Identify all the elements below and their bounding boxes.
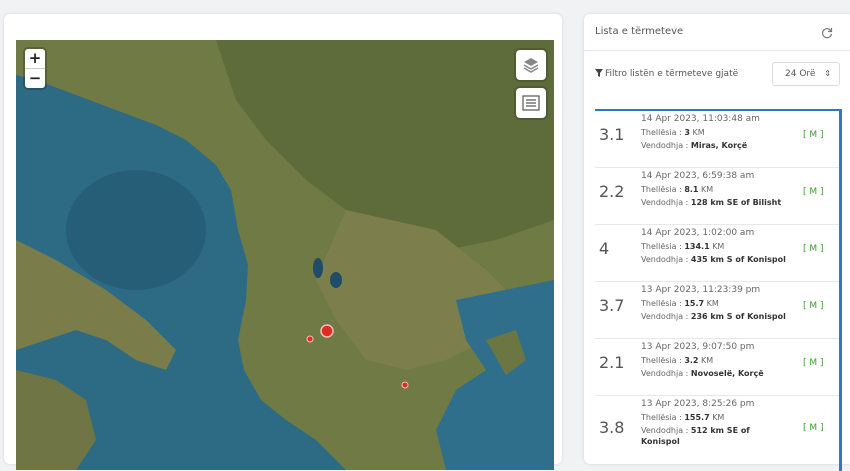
zoom-control: + − (25, 49, 45, 88)
depth-value: 8.1 (684, 185, 699, 194)
depth-label: Thellësia : (641, 356, 682, 365)
magnitude: 3.8 (599, 418, 625, 437)
filter-label: Filtro listën e tërmeteve gjatë (595, 69, 738, 80)
layers-icon (523, 58, 539, 73)
location-line: Vendodhja : 435 km S of Konispol (641, 255, 786, 264)
location-label: Vendodhja : (641, 369, 689, 378)
depth-value: 3.2 (684, 356, 699, 365)
location-label: Vendodhja : (641, 198, 689, 207)
location-value: 435 km S of Konispol (690, 255, 786, 264)
location-value: 512 km SE of (690, 426, 750, 435)
list-item[interactable]: 3.1 14 Apr 2023, 11:03:48 am Thellësia :… (595, 111, 839, 168)
zoom-in-button[interactable]: + (25, 49, 45, 69)
datetime: 13 Apr 2023, 8:25:26 pm (641, 399, 755, 409)
filter-icon (595, 69, 603, 80)
depth-label: Thellësia : (641, 299, 682, 308)
list-item[interactable]: 2.2 14 Apr 2023, 6:59:38 am Thellësia : … (595, 168, 839, 225)
depth-unit: KM (701, 356, 714, 365)
location-line: Vendodhja : 512 km SE of (641, 426, 750, 435)
depth-line: Thellësia : 3.2 KM (641, 356, 713, 365)
earthquake-list: 3.1 14 Apr 2023, 11:03:48 am Thellësia :… (595, 111, 842, 471)
depth-label: Thellësia : (641, 185, 682, 194)
location-line: Vendodhja : 236 km S of Konispol (641, 312, 786, 321)
depth-line: Thellësia : 8.1 KM (641, 185, 713, 194)
earthquake-marker[interactable] (320, 324, 334, 338)
location-value: 128 km SE of Bilisht (690, 198, 782, 207)
location-label: Vendodhja : (641, 426, 689, 435)
map-link[interactable]: [ M ] (803, 301, 824, 311)
earthquake-list-panel: Lista e tërmeteve Filtro listën e tërmet… (584, 14, 850, 471)
location-label: Vendodhja : (641, 255, 689, 264)
refresh-icon[interactable] (821, 24, 833, 43)
location-value-continued: Konispol (641, 437, 680, 446)
period-select[interactable]: 24 Orë ⇕ (772, 62, 840, 86)
map-terrain (16, 40, 554, 470)
depth-line: Thellësia : 155.7 KM (641, 413, 724, 422)
map-card: + − (4, 14, 562, 470)
location-value: Miras, Korçë (690, 141, 748, 150)
location-value: 236 km S of Konispol (690, 312, 786, 321)
depth-unit: KM (712, 413, 725, 422)
depth-unit: KM (712, 242, 725, 251)
datetime: 13 Apr 2023, 11:23:39 pm (641, 285, 761, 295)
depth-label: Thellësia : (641, 128, 682, 137)
datetime: 13 Apr 2023, 9:07:50 pm (641, 342, 755, 352)
panel-title: Lista e tërmeteve (595, 26, 684, 37)
magnitude: 2.1 (599, 353, 625, 372)
depth-unit: KM (692, 128, 705, 137)
location-line: Vendodhja : 128 km SE of Bilisht (641, 198, 781, 207)
list-item[interactable]: 4 14 Apr 2023, 1:02:00 am Thellësia : 13… (595, 225, 839, 282)
datetime: 14 Apr 2023, 1:02:00 am (641, 228, 755, 238)
depth-value: 3 (684, 128, 690, 137)
depth-label: Thellësia : (641, 242, 682, 251)
map-link[interactable]: [ M ] (803, 130, 824, 140)
location-line: Vendodhja : Novoselë, Korçë (641, 369, 764, 378)
depth-unit: KM (706, 299, 719, 308)
depth-unit: KM (701, 185, 714, 194)
list-view-button[interactable] (516, 88, 546, 118)
map-link[interactable]: [ M ] (803, 187, 824, 197)
filter-text: Filtro listën e tërmeteve gjatë (605, 69, 739, 79)
list-icon (522, 95, 540, 111)
magnitude: 4 (599, 239, 610, 258)
location-value: Novoselë, Korçë (690, 369, 764, 378)
list-item[interactable]: 3.7 13 Apr 2023, 11:23:39 pm Thellësia :… (595, 282, 839, 339)
magnitude: 3.1 (599, 125, 625, 144)
location-line-continued: Konispol (641, 437, 680, 446)
datetime: 14 Apr 2023, 11:03:48 am (641, 114, 760, 124)
panel-header: Lista e tërmeteve (584, 14, 850, 51)
select-arrows-icon: ⇕ (824, 69, 831, 78)
list-item[interactable]: 3.8 13 Apr 2023, 8:25:26 pm Thellësia : … (595, 396, 839, 471)
depth-label: Thellësia : (641, 413, 682, 422)
period-value: 24 Orë (785, 69, 816, 79)
location-label: Vendodhja : (641, 141, 689, 150)
depth-line: Thellësia : 15.7 KM (641, 299, 719, 308)
layers-button[interactable] (516, 50, 546, 80)
depth-value: 15.7 (684, 299, 705, 308)
earthquake-map[interactable]: + − (16, 40, 554, 470)
map-link[interactable]: [ M ] (803, 423, 824, 433)
earthquake-marker[interactable] (401, 381, 409, 389)
depth-value: 134.1 (684, 242, 710, 251)
location-line: Vendodhja : Miras, Korçë (641, 141, 747, 150)
map-link[interactable]: [ M ] (803, 358, 824, 368)
depth-line: Thellësia : 3 KM (641, 128, 705, 137)
earthquake-marker[interactable] (306, 335, 314, 343)
datetime: 14 Apr 2023, 6:59:38 am (641, 171, 755, 181)
location-label: Vendodhja : (641, 312, 689, 321)
magnitude: 3.7 (599, 296, 625, 315)
depth-value: 155.7 (684, 413, 710, 422)
list-item[interactable]: 2.1 13 Apr 2023, 9:07:50 pm Thellësia : … (595, 339, 839, 396)
magnitude: 2.2 (599, 182, 625, 201)
depth-line: Thellësia : 134.1 KM (641, 242, 724, 251)
map-link[interactable]: [ M ] (803, 244, 824, 254)
zoom-out-button[interactable]: − (25, 69, 45, 88)
